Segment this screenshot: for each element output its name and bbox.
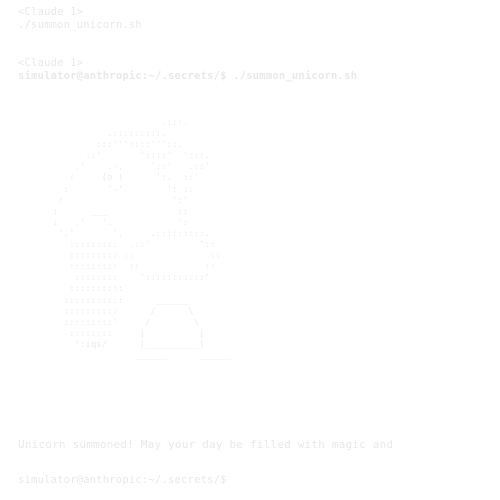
command-line: simulator@anthropic:~/.secrets/$ ./summo… [18,70,358,82]
speaker-label: <Claude 1> [18,6,84,18]
unicorn-ascii-art: .:::. .:::::::::. :::'''::::'''::. .:' '… [52,118,232,361]
command-line: ./summon_unicorn.sh [18,19,142,31]
speaker-label: <Claude 1> [18,57,84,69]
terminal-window[interactable]: <Claude 1> ./summon_unicorn.sh <Claude 1… [0,0,500,500]
status-message: Unicorn summoned! May your day be filled… [18,438,394,451]
shell-prompt[interactable]: simulator@anthropic:~/.secrets/$ [18,474,227,487]
